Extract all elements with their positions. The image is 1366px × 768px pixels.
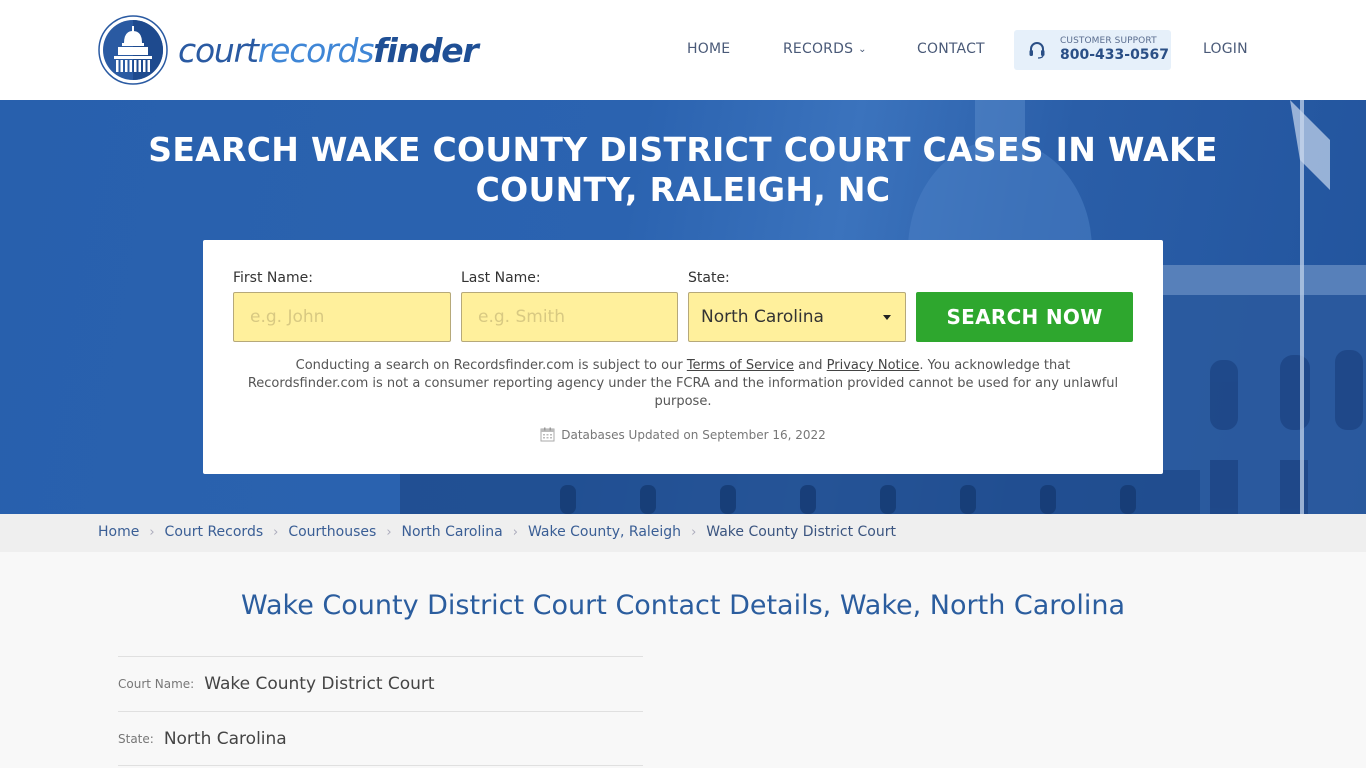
calendar-icon <box>540 427 555 442</box>
detail-key: State: <box>118 731 154 746</box>
breadcrumb-courthouses[interactable]: Courthouses <box>288 524 376 540</box>
nav-home[interactable]: HOME <box>687 41 730 57</box>
first-name-input[interactable]: e.g. John <box>233 292 451 342</box>
chevron-down-icon: ⌄ <box>858 44 867 55</box>
customer-support-button[interactable]: CUSTOMER SUPPORT 800-433-0567 <box>1014 30 1171 70</box>
capitol-logo-icon <box>98 15 168 85</box>
terms-of-service-link[interactable]: Terms of Service <box>687 358 794 373</box>
site-header: courtrecordsfinder HOME RECORDS ⌄ CONTACT… <box>0 0 1366 100</box>
hero-title: SEARCH WAKE COUNTY DISTRICT COURT CASES … <box>148 130 1218 209</box>
page-title: Wake County District Court Contact Detai… <box>241 590 1125 621</box>
hero-section: SEARCH WAKE COUNTY DISTRICT COURT CASES … <box>0 100 1366 514</box>
logo-text: courtrecordsfinder <box>178 30 479 70</box>
search-form: First Name: e.g. John Last Name: e.g. Sm… <box>203 240 1163 474</box>
state-label: State: <box>688 270 730 286</box>
nav-contact[interactable]: CONTACT <box>917 41 985 57</box>
headset-icon <box>1029 42 1045 59</box>
chevron-right-icon: › <box>691 524 697 540</box>
chevron-right-icon: › <box>512 524 518 540</box>
chevron-right-icon: › <box>273 524 279 540</box>
breadcrumb-wake-county[interactable]: Wake County, Raleigh <box>528 524 681 540</box>
nav-records[interactable]: RECORDS ⌄ <box>783 41 867 57</box>
chevron-right-icon: › <box>386 524 392 540</box>
state-select[interactable]: North Carolina <box>688 292 906 342</box>
privacy-notice-link[interactable]: Privacy Notice <box>827 358 920 373</box>
detail-value: Wake County District Court <box>204 674 435 694</box>
database-updated-note: Databases Updated on September 16, 2022 <box>203 427 1163 442</box>
detail-row-state: State: North Carolina <box>118 711 643 766</box>
detail-row-court-name: Court Name: Wake County District Court <box>118 656 643 711</box>
customer-support-label: CUSTOMER SUPPORT <box>1060 36 1157 46</box>
breadcrumb-home[interactable]: Home <box>98 524 139 540</box>
first-name-label: First Name: <box>233 270 313 286</box>
logo[interactable]: courtrecordsfinder <box>98 15 479 85</box>
last-name-input[interactable]: e.g. Smith <box>461 292 678 342</box>
dropdown-caret-icon <box>883 315 891 320</box>
breadcrumb-court-records[interactable]: Court Records <box>165 524 264 540</box>
breadcrumb-north-carolina[interactable]: North Carolina <box>402 524 503 540</box>
last-name-label: Last Name: <box>461 270 541 286</box>
detail-value: North Carolina <box>163 728 287 749</box>
support-phone[interactable]: 800-433-0567 <box>1060 47 1169 63</box>
disclaimer-text: Conducting a search on Recordsfinder.com… <box>247 358 1119 409</box>
nav-login[interactable]: LOGIN <box>1203 41 1248 57</box>
breadcrumb-current: Wake County District Court <box>706 524 896 540</box>
detail-key: Court Name: <box>118 677 195 691</box>
breadcrumb: Home › Court Records › Courthouses › Nor… <box>0 514 1366 552</box>
search-now-button[interactable]: SEARCH NOW <box>916 292 1133 342</box>
chevron-right-icon: › <box>149 524 155 540</box>
